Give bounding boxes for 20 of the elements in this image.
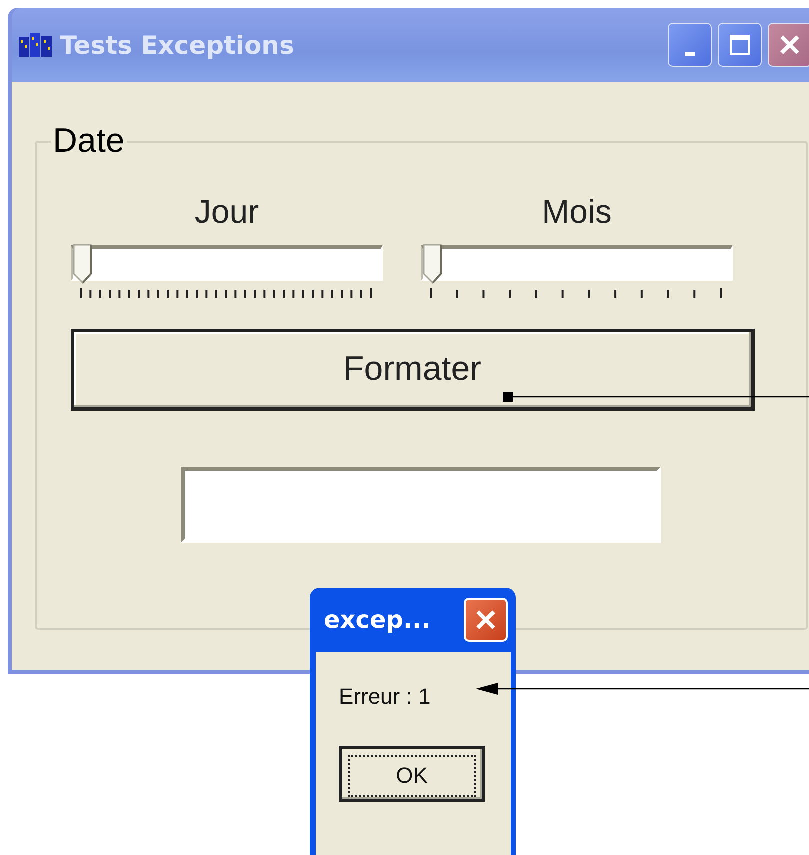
- group-label: Date: [52, 122, 126, 161]
- format-button[interactable]: Formater: [71, 329, 755, 411]
- close-icon: [778, 33, 802, 57]
- result-field[interactable]: [181, 467, 661, 543]
- slider-label: Jour: [194, 193, 260, 231]
- error-message: Erreur : 1: [339, 684, 432, 710]
- ok-button[interactable]: OK: [339, 746, 485, 802]
- app-icon: [18, 31, 54, 59]
- slider-track[interactable]: [421, 245, 733, 281]
- slider-thumb[interactable]: [73, 244, 93, 284]
- minimize-icon: [685, 52, 695, 56]
- maximize-icon: [729, 34, 751, 56]
- window-title: Tests Exceptions: [60, 30, 294, 60]
- slider-track[interactable]: [71, 245, 383, 281]
- close-button[interactable]: [768, 23, 809, 67]
- minimize-button[interactable]: [668, 23, 712, 67]
- dialog-title: excep...: [324, 606, 431, 634]
- slider-label: Mois: [542, 193, 612, 231]
- slider-thumb[interactable]: [423, 244, 443, 284]
- maximize-button[interactable]: [718, 23, 762, 67]
